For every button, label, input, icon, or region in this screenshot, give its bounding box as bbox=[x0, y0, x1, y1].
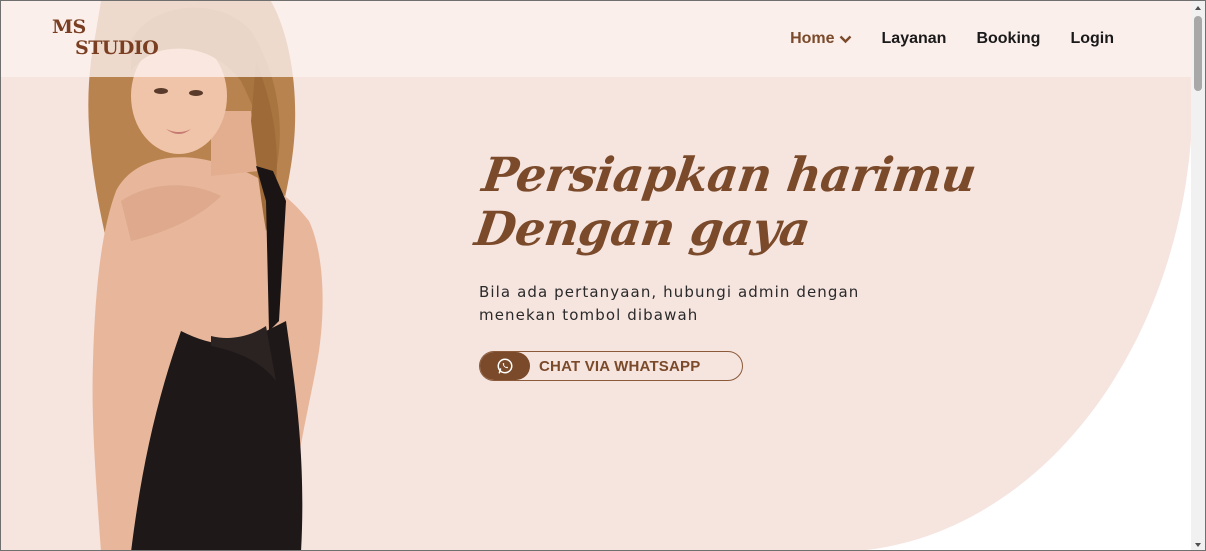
browser-viewport: MS STUDIO Home Layanan Booking Login Per… bbox=[0, 0, 1206, 551]
nav-item-home[interactable]: Home bbox=[790, 30, 851, 48]
hero-headline: Persiapkan harimu Dengan gaya bbox=[471, 148, 980, 257]
nav-login-label: Login bbox=[1070, 30, 1114, 47]
nav-home-label: Home bbox=[790, 30, 835, 47]
chevron-down-icon bbox=[839, 35, 852, 44]
subtext-line-1: Bila ada pertanyaan, hubungi admin denga… bbox=[479, 283, 860, 301]
nav-layanan-label: Layanan bbox=[881, 30, 947, 47]
subtext-line-2: menekan tombol dibawah bbox=[479, 306, 699, 324]
scrollbar-thumb[interactable] bbox=[1194, 16, 1202, 91]
nav-item-login[interactable]: Login bbox=[1070, 30, 1114, 48]
main-nav: Home Layanan Booking Login bbox=[790, 30, 1114, 48]
logo-line-2: STUDIO bbox=[75, 37, 159, 59]
scroll-up-arrow-icon[interactable] bbox=[1194, 4, 1202, 12]
whatsapp-chat-button[interactable]: CHAT VIA WHATSAPP bbox=[479, 351, 743, 381]
whatsapp-button-label: CHAT VIA WHATSAPP bbox=[539, 357, 701, 375]
nav-item-layanan[interactable]: Layanan bbox=[882, 30, 947, 48]
logo-line-1: MS bbox=[52, 16, 86, 38]
hero-subtext: Bila ada pertanyaan, hubungi admin denga… bbox=[479, 281, 909, 327]
nav-booking-label: Booking bbox=[976, 30, 1041, 47]
vertical-scrollbar[interactable] bbox=[1191, 1, 1205, 550]
headline-line-2: Dengan gaya bbox=[471, 202, 814, 257]
whatsapp-icon bbox=[480, 352, 530, 380]
site-header: MS STUDIO Home Layanan Booking Login bbox=[1, 1, 1193, 77]
nav-item-booking[interactable]: Booking bbox=[976, 30, 1040, 48]
site-logo[interactable]: MS STUDIO bbox=[52, 16, 159, 59]
hero-content: Persiapkan harimu Dengan gaya Bila ada p… bbox=[471, 148, 979, 381]
headline-line-1: Persiapkan harimu bbox=[479, 148, 980, 203]
scroll-down-arrow-icon[interactable] bbox=[1194, 541, 1202, 549]
hero-model-image bbox=[88, 1, 323, 550]
